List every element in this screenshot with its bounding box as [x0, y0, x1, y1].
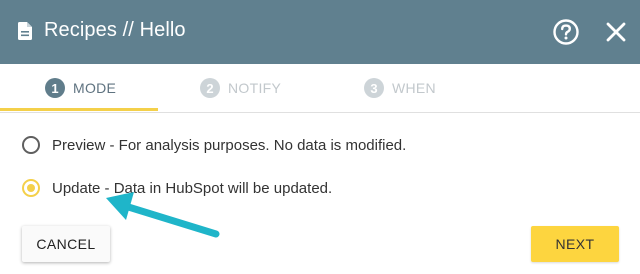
tab-label: NOTIFY — [228, 80, 282, 96]
tab-label: MODE — [73, 80, 117, 96]
tab-label: WHEN — [392, 80, 436, 96]
tab-mode[interactable]: 1 MODE — [45, 64, 116, 112]
help-icon[interactable] — [552, 18, 580, 46]
radio-update[interactable] — [22, 179, 40, 197]
next-button[interactable]: NEXT — [531, 226, 619, 262]
option-preview[interactable]: Preview - For analysis purposes. No data… — [22, 136, 406, 154]
tab-when[interactable]: 3 WHEN — [364, 64, 436, 112]
cancel-button[interactable]: CANCEL — [22, 226, 110, 262]
active-tab-indicator — [0, 108, 158, 111]
step-number: 3 — [364, 78, 384, 98]
dialog-header: Recipes // Hello — [0, 0, 640, 64]
stepper-tabs: 1 MODE 2 NOTIFY 3 WHEN — [0, 64, 640, 113]
close-icon[interactable] — [604, 20, 628, 44]
option-update[interactable]: Update - Data in HubSpot will be updated… — [22, 179, 332, 197]
tab-notify[interactable]: 2 NOTIFY — [200, 64, 281, 112]
step-number: 2 — [200, 78, 220, 98]
option-label: Update - Data in HubSpot will be updated… — [52, 179, 333, 197]
document-icon — [18, 22, 32, 40]
step-number: 1 — [45, 78, 65, 98]
dialog-title: Recipes // Hello — [44, 19, 186, 41]
radio-preview[interactable] — [22, 136, 40, 154]
option-label: Preview - For analysis purposes. No data… — [52, 136, 407, 154]
